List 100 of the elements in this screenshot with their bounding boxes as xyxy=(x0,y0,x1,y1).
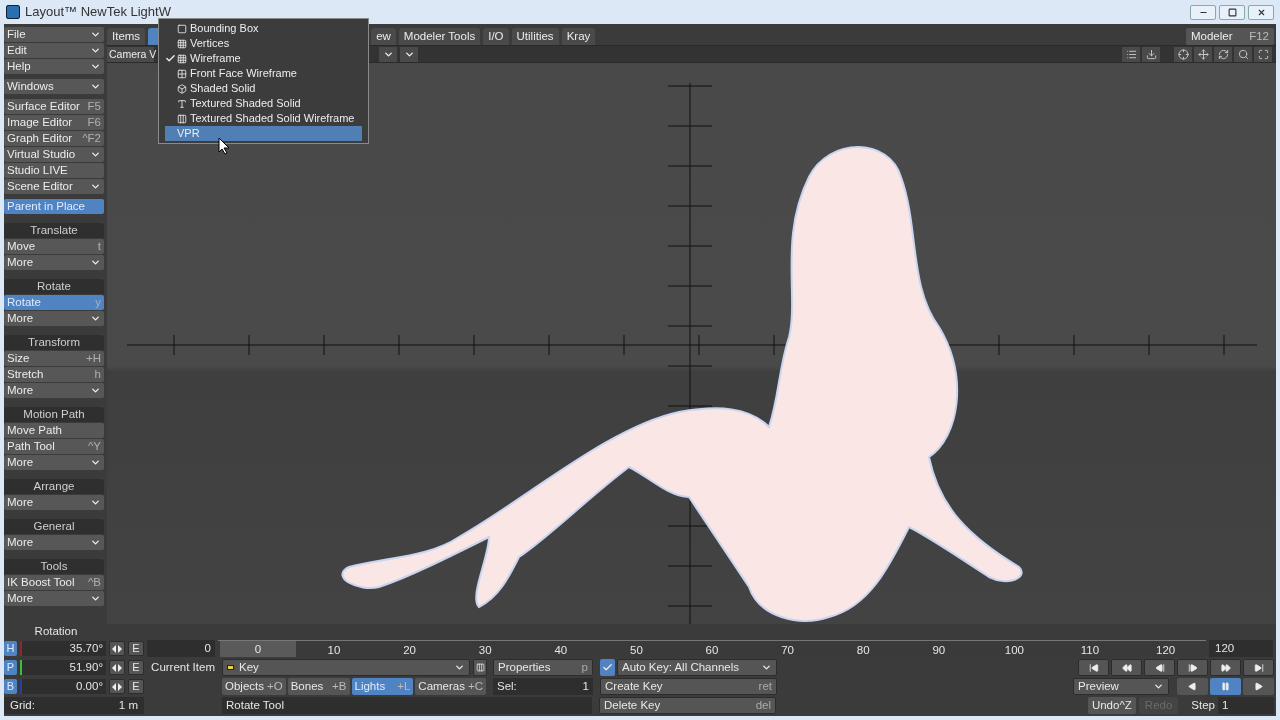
sidebar-button[interactable]: Move Path xyxy=(4,423,104,438)
delete-key-button[interactable]: Delete Key del xyxy=(599,697,776,714)
dropdown-button[interactable] xyxy=(400,46,418,62)
arrows-button[interactable] xyxy=(109,641,125,656)
sidebar-button[interactable]: Help xyxy=(4,59,104,74)
create-key-button[interactable]: Create Key ret xyxy=(600,678,777,695)
arrows-button[interactable] xyxy=(109,679,125,694)
viewport-tool-button[interactable] xyxy=(1214,46,1232,62)
caret-icon xyxy=(90,149,101,160)
section-title: Transform xyxy=(4,335,104,350)
tab[interactable]: I/O xyxy=(483,28,509,45)
sidebar-button[interactable]: Size +H xyxy=(4,351,104,366)
sidebar-button[interactable]: Move t xyxy=(4,239,104,254)
caret-icon xyxy=(90,313,101,324)
item-type-button[interactable]: Cameras +C xyxy=(415,678,486,695)
sidebar-button[interactable]: More xyxy=(4,495,104,510)
tab[interactable]: ew xyxy=(371,28,396,45)
close-button[interactable] xyxy=(1248,4,1274,20)
sidebar-button[interactable]: IK Boost Tool ^B xyxy=(4,575,104,590)
maximize-button[interactable] xyxy=(1219,4,1245,20)
envelope-button[interactable]: E xyxy=(128,660,144,675)
viewport-tool-button[interactable] xyxy=(1254,46,1272,62)
timeline-playhead[interactable]: 0 xyxy=(220,641,296,657)
sidebar-button[interactable]: More xyxy=(4,311,104,326)
dropdown-button[interactable] xyxy=(379,46,397,62)
sidebar-button[interactable]: More xyxy=(4,383,104,398)
rotation-field[interactable]: 0.00° xyxy=(22,679,106,694)
axis-button[interactable]: B xyxy=(4,679,17,694)
sidebar-button[interactable]: Path Tool ^Y xyxy=(4,439,104,454)
menu-item[interactable]: Textured Shaded Solid xyxy=(165,96,362,111)
menu-item[interactable]: Vertices xyxy=(165,36,362,51)
sidebar-button[interactable]: Scene Editor xyxy=(4,179,104,194)
transport-button[interactable] xyxy=(1210,659,1241,676)
panel-toggle-button[interactable] xyxy=(473,659,487,676)
viewport-tool-button[interactable] xyxy=(1174,46,1192,62)
menu-item[interactable]: Textured Shaded Solid Wireframe xyxy=(165,111,362,126)
sidebar-button[interactable]: Graph Editor ^F2 xyxy=(4,131,104,146)
transport-button[interactable] xyxy=(1243,659,1274,676)
sidebar-button[interactable]: More xyxy=(4,591,104,606)
rotation-field[interactable]: 51.90° xyxy=(22,660,106,675)
tab[interactable]: Items xyxy=(107,28,146,45)
sidebar-button[interactable]: File xyxy=(4,27,104,42)
viewport-tool-button[interactable] xyxy=(1194,46,1212,62)
envelope-button[interactable]: E xyxy=(128,679,144,694)
sidebar-button[interactable]: Parent in Place xyxy=(4,199,104,214)
viewport[interactable] xyxy=(107,63,1276,624)
transport-icon xyxy=(1121,662,1132,673)
sidebar-button[interactable]: Studio LIVE xyxy=(4,163,104,178)
sidebar-button[interactable]: Edit xyxy=(4,43,104,58)
end-frame-field[interactable]: 120 xyxy=(1209,640,1273,657)
transport-button[interactable] xyxy=(1111,659,1142,676)
viewport-tool-button[interactable] xyxy=(1234,46,1252,62)
transport-button[interactable] xyxy=(1177,659,1208,676)
playback-button[interactable] xyxy=(1210,678,1241,695)
selection-field[interactable]: Sel: 1 xyxy=(493,678,593,695)
sidebar-button[interactable]: Stretch h xyxy=(4,367,104,382)
menu-item[interactable]: Bounding Box xyxy=(165,21,362,36)
display-mode-icon xyxy=(177,23,187,34)
transport-button[interactable] xyxy=(1144,659,1175,676)
sidebar-button[interactable]: Rotate y xyxy=(4,295,104,310)
caret-icon xyxy=(90,537,101,548)
view-selector[interactable]: Camera V xyxy=(107,46,154,62)
properties-button[interactable]: Properties p xyxy=(493,659,593,676)
undo-button[interactable]: Undo^Z xyxy=(1087,697,1136,714)
envelope-button[interactable]: E xyxy=(128,641,144,656)
key-item-icon xyxy=(227,665,234,670)
item-type-button[interactable]: Bones +B xyxy=(287,678,350,695)
sidebar-button[interactable]: Windows xyxy=(4,79,104,94)
sidebar-button[interactable]: Image Editor F6 xyxy=(4,115,104,130)
tab[interactable]: Modeler Tools xyxy=(398,28,481,45)
playback-button[interactable] xyxy=(1243,678,1274,695)
sidebar-button[interactable]: Surface Editor F5 xyxy=(4,99,104,114)
start-frame-field[interactable]: 0 xyxy=(147,640,215,657)
sidebar-button[interactable]: Virtual Studio xyxy=(4,147,104,162)
sidebar-button[interactable]: More xyxy=(4,255,104,270)
menu-item[interactable]: Front Face Wireframe xyxy=(165,66,362,81)
sidebar-button[interactable]: More xyxy=(4,455,104,470)
axis-button[interactable]: P xyxy=(4,660,17,675)
sidebar-button[interactable]: More xyxy=(4,535,104,550)
arrows-button[interactable] xyxy=(109,660,125,675)
current-item-dropdown[interactable]: Key xyxy=(222,659,470,676)
tab[interactable]: Kray xyxy=(561,28,596,45)
item-type-button[interactable]: Objects +O xyxy=(222,678,286,695)
viewport-tool-button[interactable] xyxy=(1122,46,1140,62)
viewport-tool-button[interactable] xyxy=(1142,46,1160,62)
menu-item[interactable]: Shaded Solid xyxy=(165,81,362,96)
auto-key-checkbox[interactable] xyxy=(600,659,615,676)
transport-button[interactable] xyxy=(1078,659,1109,676)
grid-field[interactable]: Grid: 1 m xyxy=(4,697,144,714)
preview-dropdown[interactable]: Preview xyxy=(1073,678,1169,695)
playback-button[interactable] xyxy=(1177,678,1208,695)
axis-button[interactable]: H xyxy=(4,641,17,656)
modeler-button[interactable]: Modeler F12 xyxy=(1186,28,1274,45)
rotation-field[interactable]: 35.70° xyxy=(22,641,106,656)
menu-item[interactable]: Wireframe xyxy=(165,51,362,66)
tab[interactable]: Utilities xyxy=(511,28,559,45)
auto-key-dropdown[interactable]: Auto Key: All Channels xyxy=(617,659,777,676)
step-field[interactable]: 1 xyxy=(1218,697,1274,714)
menu-item[interactable]: VPR xyxy=(165,126,362,141)
item-type-button[interactable]: Lights +L xyxy=(351,678,414,695)
